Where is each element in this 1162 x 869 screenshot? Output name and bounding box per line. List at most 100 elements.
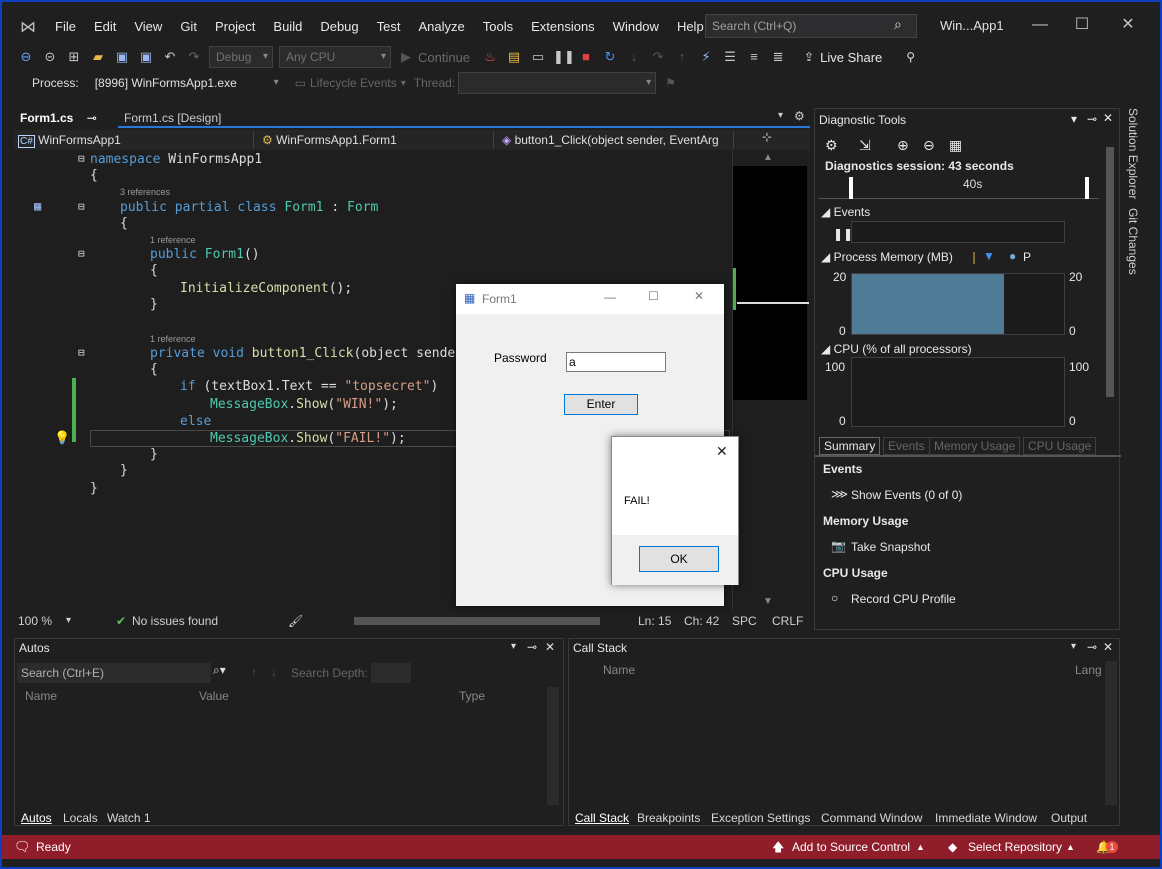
panel-dropdown-icon[interactable]: ▾ (1071, 112, 1077, 126)
menu-extensions[interactable]: Extensions (522, 12, 604, 42)
menu-window[interactable]: Window (604, 12, 668, 42)
column-language[interactable]: Lang (1075, 663, 1102, 677)
scroll-down-icon[interactable]: ▼ (763, 596, 773, 607)
zoom-in-icon[interactable]: ⊕ (897, 137, 909, 154)
pause-icon[interactable]: ❚❚ (553, 48, 575, 66)
tab-git-changes[interactable]: Git Changes (1126, 208, 1140, 275)
autos-search-input[interactable]: Search (Ctrl+E) (17, 663, 211, 683)
search-up-icon[interactable]: ↑ (251, 665, 257, 679)
forward-icon[interactable]: ⊝ (41, 48, 59, 66)
menu-git[interactable]: Git (171, 12, 206, 42)
panel-dropdown-icon[interactable]: ▾ (1071, 641, 1076, 652)
timeline-start-handle[interactable] (849, 177, 853, 199)
reset-zoom-icon[interactable]: ▦ (949, 137, 962, 154)
code-map-icon[interactable]: ▦ (34, 199, 41, 213)
thread-select[interactable] (458, 72, 657, 94)
cpu-section[interactable]: ◢ CPU (% of all processors) (821, 342, 972, 356)
tab-locals[interactable]: Locals (63, 811, 98, 825)
tab-exception-settings[interactable]: Exception Settings (711, 811, 810, 825)
window-icon[interactable]: ▭ (529, 48, 547, 66)
column-type[interactable]: Type (459, 689, 485, 703)
tab-overflow-icon[interactable]: ▾ (778, 110, 783, 121)
tab-cpu-usage[interactable]: CPU Usage (1023, 437, 1097, 455)
menu-test[interactable]: Test (368, 12, 410, 42)
pin-icon[interactable]: ⊸ (1087, 112, 1097, 126)
scroll-up-icon[interactable]: ▲ (763, 152, 773, 163)
column-value[interactable]: Value (199, 689, 229, 703)
memory-chart[interactable] (851, 273, 1065, 335)
restart-icon[interactable]: ↻ (601, 48, 619, 66)
menu-edit[interactable]: Edit (85, 12, 125, 42)
maximize-icon[interactable]: ☐ (1064, 10, 1100, 40)
format-icon[interactable]: ☰ (721, 48, 739, 66)
step-into-icon[interactable]: ↓ (625, 48, 643, 66)
minimap-viewport[interactable] (733, 166, 807, 400)
collapse-icon[interactable]: ⊟ (78, 200, 85, 213)
stop-icon[interactable]: ■ (577, 48, 595, 66)
step-out-icon[interactable]: ↑ (673, 48, 691, 66)
lifecycle-events[interactable]: Lifecycle Events (310, 76, 397, 90)
horizontal-scrollbar[interactable] (354, 617, 600, 625)
lightbulb-icon[interactable]: 💡 (54, 431, 70, 446)
platform-select[interactable]: Any CPU (279, 46, 391, 68)
minimap[interactable]: ▲ ▼ (732, 150, 809, 610)
close-icon[interactable]: ✕ (716, 443, 728, 460)
tab-memory-usage[interactable]: Memory Usage (929, 437, 1021, 455)
pin-icon[interactable]: ⊸ (1087, 640, 1097, 654)
tab-autos[interactable]: Autos (21, 811, 52, 825)
timeline-end-handle[interactable] (1085, 177, 1089, 199)
new-project-icon[interactable]: ⊞ (65, 48, 83, 66)
hot-reload-icon[interactable]: ♨ (481, 48, 499, 66)
lifecycle-dropdown-icon[interactable]: ▾ (401, 78, 406, 89)
cleanup-icon[interactable]: 🖌 (288, 612, 303, 630)
comment-icon[interactable]: ≡ (745, 48, 763, 66)
open-icon[interactable]: ▰ (89, 48, 107, 66)
tab-call-stack[interactable]: Call Stack (575, 811, 629, 825)
maximize-icon[interactable]: ☐ (648, 289, 659, 303)
minimize-icon[interactable]: — (604, 290, 616, 304)
take-snapshot-button[interactable]: Take Snapshot (851, 540, 930, 554)
close-icon[interactable]: ✕ (1103, 111, 1113, 125)
line-ending[interactable]: CRLF (772, 612, 803, 630)
scrollbar-thumb[interactable] (1106, 147, 1114, 397)
search-down-icon[interactable]: ↓ (271, 665, 277, 679)
tab-summary[interactable]: Summary (819, 437, 881, 455)
codelens-references[interactable]: 1 reference (150, 334, 196, 344)
tab-form1-cs[interactable]: Form1.cs ⊸ ✕ (14, 108, 118, 145)
tab-breakpoints[interactable]: Breakpoints (637, 811, 700, 825)
menu-tools[interactable]: Tools (474, 12, 522, 42)
issues-status[interactable]: No issues found (132, 612, 218, 630)
tab-settings-icon[interactable]: ⚙ (794, 109, 805, 123)
repo-dropdown-icon[interactable]: ▲ (1066, 835, 1075, 859)
menu-analyze[interactable]: Analyze (409, 12, 473, 42)
vertical-scrollbar[interactable] (1105, 135, 1115, 425)
class-navigation[interactable]: ⚙ WinFormsApp1.Form1 (258, 131, 494, 149)
tab-form1-design[interactable]: Form1.cs [Design] (118, 108, 227, 128)
tab-watch-1[interactable]: Watch 1 (107, 811, 151, 825)
zoom-dropdown-icon[interactable]: ▾ (66, 612, 71, 630)
show-events-link[interactable]: Show Events (0 of 0) (851, 488, 962, 502)
save-icon[interactable]: ▣ (113, 48, 131, 66)
memory-section[interactable]: ◢ Process Memory (MB) (821, 250, 953, 264)
tab-events[interactable]: Events (883, 437, 930, 455)
whitespace-mode[interactable]: SPC (732, 612, 757, 630)
zoom-level[interactable]: 100 % (18, 612, 52, 630)
minimize-icon[interactable]: — (1022, 10, 1058, 40)
search-icon[interactable]: ⌕ (894, 16, 902, 33)
column-name[interactable]: Name (25, 689, 57, 703)
collapse-icon[interactable]: ⊟ (78, 152, 85, 165)
menu-project[interactable]: Project (206, 12, 264, 42)
continue-icon[interactable]: ▶ (397, 48, 415, 66)
close-icon[interactable]: ✕ (545, 640, 555, 654)
redo-icon[interactable]: ↷ (185, 48, 203, 66)
add-to-source-control[interactable]: Add to Source Control (792, 835, 910, 859)
menu-debug[interactable]: Debug (311, 12, 367, 42)
search-icon[interactable]: ⌕▾ (213, 663, 226, 678)
search-input[interactable]: Search (Ctrl+Q) (705, 14, 917, 38)
menu-build[interactable]: Build (264, 12, 311, 42)
password-input[interactable]: a (566, 352, 666, 372)
project-navigation[interactable]: C# WinFormsApp1 (14, 131, 254, 149)
tab-immediate-window[interactable]: Immediate Window (935, 811, 1037, 825)
collapse-icon[interactable]: ⊟ (78, 247, 85, 260)
live-share-button[interactable]: Live Share (820, 50, 882, 65)
